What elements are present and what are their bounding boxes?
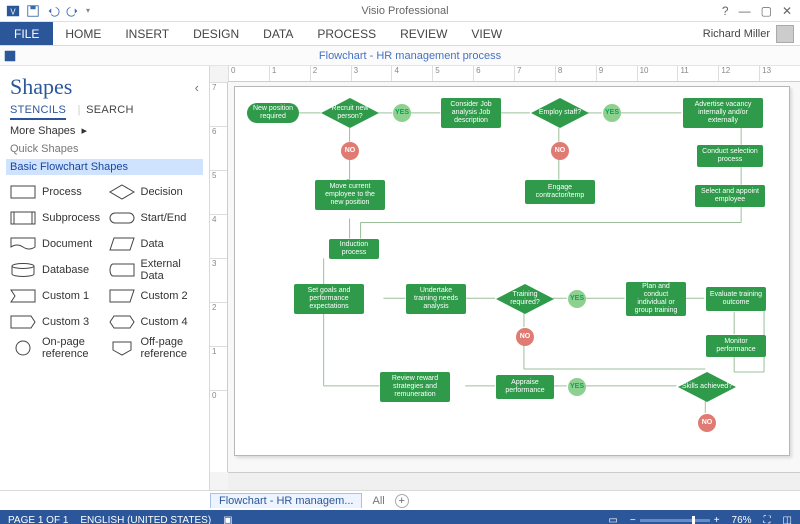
node-selection[interactable]: Conduct selection process — [697, 145, 763, 167]
shape-custom-1[interactable]: Custom 1 — [10, 285, 101, 307]
node-engage[interactable]: Engage contractor/temp — [525, 180, 595, 204]
yes-marker: YES — [603, 104, 621, 122]
svg-text:V: V — [10, 7, 16, 16]
node-advertise[interactable]: Advertise vacancy internally and/or exte… — [683, 98, 763, 128]
shape-offpage-ref[interactable]: Off-page reference — [109, 337, 200, 359]
shape-list: Process Decision Subprocess Start/End Do… — [10, 181, 199, 359]
shape-decision[interactable]: Decision — [109, 181, 200, 203]
undo-icon[interactable] — [46, 4, 60, 18]
canvas-area: 012345678910111213 76543210 New position… — [210, 66, 800, 490]
no-marker: NO — [551, 142, 569, 160]
title-bar: V ▾ Visio Professional ? — ▢ ✕ — [0, 0, 800, 22]
active-stencil[interactable]: Basic Flowchart Shapes — [6, 159, 203, 175]
no-marker: NO — [341, 142, 359, 160]
visio-app-icon: V — [6, 4, 20, 18]
tab-insert[interactable]: INSERT — [113, 22, 181, 45]
quick-shapes[interactable]: Quick Shapes — [10, 143, 199, 155]
status-bar: PAGE 1 OF 1 ENGLISH (UNITED STATES) ▣ ▭ … — [0, 510, 800, 524]
tab-review[interactable]: REVIEW — [388, 22, 459, 45]
shape-custom-3[interactable]: Custom 3 — [10, 311, 101, 333]
shapes-pane: Shapes ‹ STENCILS | SEARCH More Shapes ▸… — [0, 66, 210, 490]
tab-view[interactable]: VIEW — [459, 22, 514, 45]
redo-icon[interactable] — [66, 4, 80, 18]
sheet-tab-strip: Flowchart - HR managem... All + — [0, 490, 800, 510]
user-name: Richard Miller — [703, 28, 770, 40]
collapse-pane-icon[interactable]: ‹ — [195, 80, 199, 95]
horizontal-ruler: 012345678910111213 — [228, 66, 800, 82]
avatar — [776, 25, 794, 43]
maximize-icon[interactable]: ▢ — [761, 4, 772, 18]
fit-page-icon[interactable]: ⛶ — [764, 515, 771, 524]
yes-marker: YES — [393, 104, 411, 122]
quick-access-toolbar: V ▾ — [0, 4, 96, 18]
node-plan-training[interactable]: Plan and conduct individual or group tra… — [626, 282, 686, 316]
tab-design[interactable]: DESIGN — [181, 22, 251, 45]
shape-custom-4[interactable]: Custom 4 — [109, 311, 200, 333]
node-training-needs[interactable]: Undertake training needs analysis — [406, 284, 466, 314]
shape-custom-2[interactable]: Custom 2 — [109, 285, 200, 307]
horizontal-scrollbar[interactable] — [228, 472, 800, 490]
help-icon[interactable]: ? — [722, 4, 729, 18]
yes-marker: YES — [568, 290, 586, 308]
node-consider[interactable]: Consider Job analysis Job description — [441, 98, 501, 128]
zoom-slider[interactable]: − + — [630, 515, 720, 524]
save-icon[interactable] — [26, 4, 40, 18]
shape-subprocess[interactable]: Subprocess — [10, 207, 101, 229]
add-sheet-button[interactable]: + — [395, 494, 409, 508]
qat-dropdown-icon[interactable]: ▾ — [86, 6, 90, 15]
no-marker: NO — [516, 328, 534, 346]
shape-document[interactable]: Document — [10, 233, 101, 255]
presentation-mode-icon[interactable]: ▭ — [608, 515, 617, 524]
shape-data[interactable]: Data — [109, 233, 200, 255]
sheet-tab[interactable]: Flowchart - HR managem... — [210, 493, 362, 508]
document-subbar: Flowchart - HR management process — [0, 46, 800, 66]
node-monitor[interactable]: Monitor performance — [706, 335, 766, 357]
window-title: Visio Professional — [96, 5, 714, 17]
visio-doc-icon — [0, 49, 20, 63]
node-move-emp[interactable]: Move current employee to the new positio… — [315, 180, 385, 210]
file-tab[interactable]: FILE — [0, 22, 53, 45]
node-induction[interactable]: Induction process — [329, 239, 379, 259]
node-review-reward[interactable]: Review reward strategies and remuneratio… — [380, 372, 450, 402]
macro-record-icon[interactable]: ▣ — [223, 515, 232, 524]
ribbon: FILE HOME INSERT DESIGN DATA PROCESS REV… — [0, 22, 800, 46]
node-start[interactable]: New position required — [247, 103, 299, 123]
tab-home[interactable]: HOME — [53, 22, 113, 45]
node-eval-training[interactable]: Evaluate training outcome — [706, 287, 766, 311]
tab-data[interactable]: DATA — [251, 22, 305, 45]
document-name: Flowchart - HR management process — [20, 50, 800, 62]
shape-external-data[interactable]: External Data — [109, 259, 200, 281]
pane-tab-search[interactable]: SEARCH — [86, 104, 134, 116]
close-icon[interactable]: ✕ — [782, 4, 792, 18]
more-shapes[interactable]: More Shapes ▸ — [10, 124, 199, 137]
page-indicator[interactable]: PAGE 1 OF 1 — [8, 515, 68, 524]
zoom-out-icon[interactable]: − — [630, 515, 636, 524]
node-select-appoint[interactable]: Select and appoint employee — [695, 185, 765, 207]
vertical-ruler: 76543210 — [210, 82, 228, 472]
pane-tab-stencils[interactable]: STENCILS — [10, 104, 66, 120]
tab-process[interactable]: PROCESS — [305, 22, 388, 45]
shapes-pane-title: Shapes — [10, 74, 72, 100]
minimize-icon[interactable]: — — [739, 4, 751, 18]
node-set-goals[interactable]: Set goals and performance expectations — [294, 284, 364, 314]
signed-in-user[interactable]: Richard Miller — [703, 22, 800, 45]
shape-onpage-ref[interactable]: On-page reference — [10, 337, 101, 359]
shape-process[interactable]: Process — [10, 181, 101, 203]
zoom-level[interactable]: 76% — [732, 515, 752, 524]
language-indicator[interactable]: ENGLISH (UNITED STATES) — [80, 515, 211, 524]
all-tab[interactable]: All — [372, 495, 384, 507]
switch-window-icon[interactable]: ◫ — [783, 515, 792, 524]
yes-marker: YES — [568, 378, 586, 396]
no-marker: NO — [698, 414, 716, 432]
zoom-in-icon[interactable]: + — [714, 515, 720, 524]
shape-database[interactable]: Database — [10, 259, 101, 281]
shape-start-end[interactable]: Start/End — [109, 207, 200, 229]
drawing-page[interactable]: New position required Recruit new person… — [234, 86, 790, 456]
drawing-canvas[interactable]: New position required Recruit new person… — [228, 82, 800, 472]
node-appraise[interactable]: Appraise performance — [496, 375, 554, 399]
